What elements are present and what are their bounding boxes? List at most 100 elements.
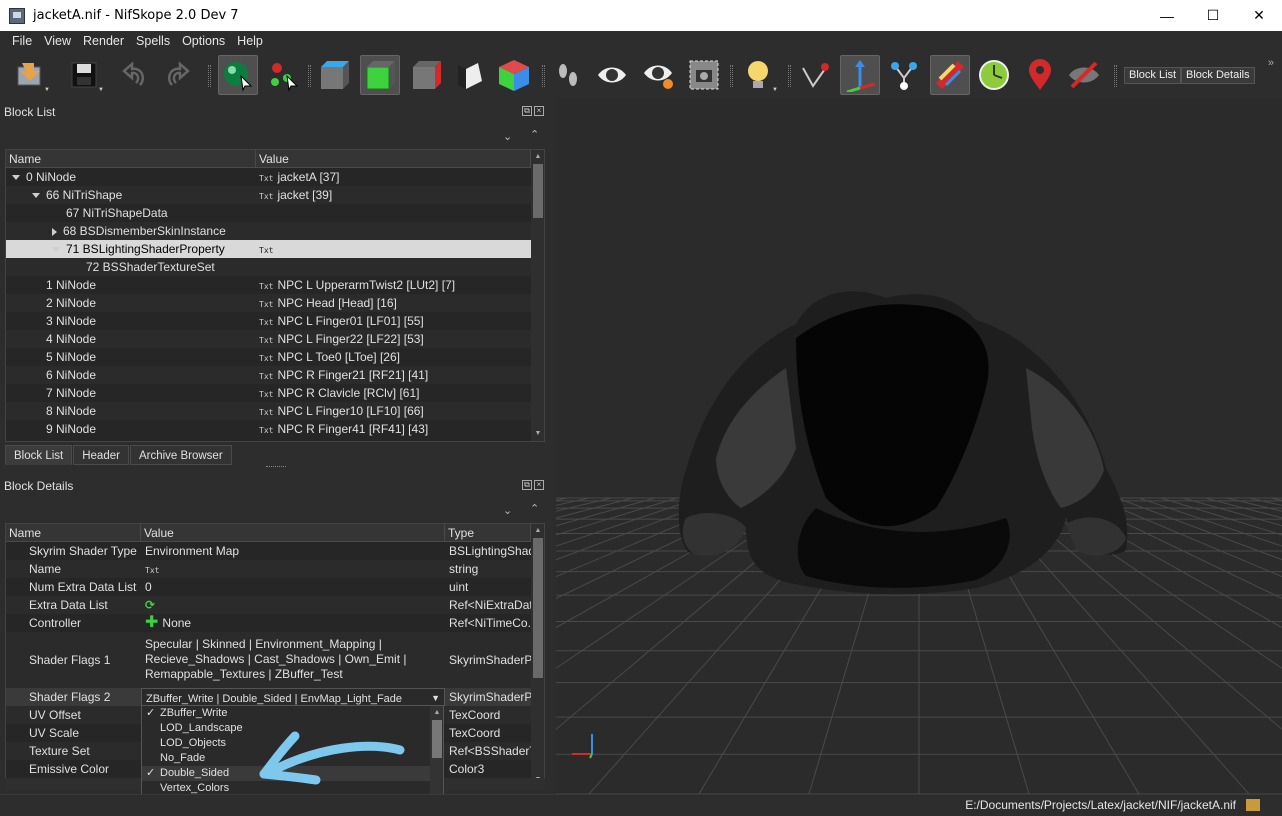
block-details-toggle[interactable]: Block Details [1181,67,1255,84]
lighting-button[interactable]: ▼ [738,55,778,95]
load-button[interactable]: ▼ [10,55,50,95]
block-list-scrollbar[interactable]: ▲ ▼ [531,150,544,441]
screenshot-icon [689,60,719,90]
toolbar-extension-icon[interactable]: » [1268,57,1274,69]
select-mode-button[interactable] [218,55,258,95]
pick-vertex-button[interactable] [264,55,304,95]
block-list-row[interactable]: 2 NiNode Txt NPC Head [Head] [16] [6,294,544,312]
view-top-button[interactable] [360,55,400,95]
block-list-row[interactable]: 72 BSShaderTextureSet [6,258,544,276]
expand-arrow-icon[interactable] [52,227,57,236]
detail-row[interactable]: Extra Data List ⟳ Ref<NiExtraData [6,596,544,614]
minimize-button[interactable]: — [1144,0,1190,31]
collapse-arrow-icon[interactable] [32,193,40,199]
menu-help[interactable]: Help [231,34,269,48]
tab-archive-browser[interactable]: Archive Browser [129,445,232,465]
detail-row[interactable]: Shader Flags 1 Specular | Skinned | Envir… [6,632,544,688]
block-name: 5 NiNode [46,350,97,364]
block-list-row[interactable]: 68 BSDismemberSkinInstance [6,222,544,240]
float-icon[interactable]: ⧉ [522,480,532,490]
screenshot-button[interactable] [684,55,724,95]
tab-block-list[interactable]: Block List [5,445,73,465]
chevron-down-icon[interactable]: ▼ [431,689,440,705]
block-list-row[interactable]: 1 NiNode Txt NPC L UpperarmTwist2 [LUt2] [… [6,276,544,294]
block-name: 1 NiNode [46,278,97,292]
hide-button[interactable] [1064,55,1104,95]
menu-file[interactable]: File [6,34,38,48]
save-button[interactable]: ▼ [64,55,104,95]
block-list-row[interactable]: 4 NiNode Txt NPC L Finger22 [LF22] [53] [6,330,544,348]
plus-icon[interactable]: ✚ [145,614,158,631]
block-details-scrollbar[interactable]: ▲ ▼ [531,524,544,787]
collapse-all-icon[interactable]: ⌄ [503,130,512,143]
detail-row[interactable]: Num Extra Data List 0 uint [6,578,544,596]
field-type: Ref<BSShaderT [449,744,531,758]
splitter-handle[interactable] [266,466,286,467]
maximize-button[interactable]: ☐ [1190,0,1236,31]
close-panel-icon[interactable]: × [534,480,544,490]
flag-label: LOD_Landscape [160,722,243,734]
column-header-value[interactable]: Value [256,150,531,167]
menu-render[interactable]: Render [77,34,130,48]
shader-flags-combo[interactable]: ZBuffer_Write | Double_Sided | EnvMap_Li… [146,693,402,705]
block-name: 72 BSShaderTextureSet [86,260,215,274]
column-header-type[interactable]: Type [445,524,531,541]
axes-button[interactable] [840,55,880,95]
field-type: uint [449,580,469,594]
detail-row[interactable]: Skyrim Shader Type Environment Map BSLight… [6,542,544,560]
detail-row[interactable]: Controller ✚ None Ref<NiTimeCo... [6,614,544,632]
view-front-button[interactable] [314,55,354,95]
field-name: Skyrim Shader Type [29,544,137,558]
block-list-row[interactable]: 0 NiNode Txt jacketA [37] [6,168,544,186]
block-list-tabs: Block List Header Archive Browser [5,445,233,465]
block-list-row[interactable]: 9 NiNode Txt NPC R Finger41 [RF41] [43] [6,420,544,438]
menu-spells[interactable]: Spells [130,34,176,48]
view-user-button[interactable] [494,55,534,95]
show-hidden-button[interactable] [592,55,632,95]
block-list-row[interactable]: 8 NiNode Txt NPC L Finger10 [LF10] [66] [6,402,544,420]
detail-row[interactable]: Shader Flags 2 ZBuffer_Write | Double_Sid… [6,688,544,706]
block-list-toggle[interactable]: Block List [1124,67,1182,84]
block-list-row[interactable]: 7 NiNode Txt NPC R Clavicle [RClv] [61] [6,384,544,402]
footprints-button[interactable] [548,55,588,95]
column-header-name[interactable]: Name [6,524,141,541]
marker-button[interactable] [1020,55,1060,95]
redo-button[interactable] [158,55,198,95]
float-icon[interactable]: ⧉ [522,106,532,116]
scene-canvas[interactable] [556,98,1282,794]
show-nodes-button[interactable] [638,55,678,95]
collapse-all-icon[interactable]: ⌄ [503,504,512,517]
textures-button[interactable] [930,55,970,95]
skeleton-button[interactable] [884,55,924,95]
menu-view[interactable]: View [38,34,77,48]
block-list-row[interactable]: 66 NiTriShape Txt jacket [39] [6,186,544,204]
flag-option[interactable]: ✓ ZBuffer_Write [142,706,443,721]
field-name: Emissive Color [29,762,110,776]
refresh-icon[interactable]: ⟳ [145,598,155,612]
render-viewport[interactable] [556,98,1282,794]
menu-options[interactable]: Options [176,34,231,48]
block-list-row[interactable]: 3 NiNode Txt NPC L Finger01 [LF01] [55] [6,312,544,330]
collapse-arrow-icon[interactable] [12,175,20,181]
detail-row[interactable]: Name Txt string [6,560,544,578]
expand-all-icon[interactable]: ⌃ [530,502,539,515]
block-list-row[interactable]: 71 BSLightingShaderProperty Txt [6,240,544,258]
close-panel-icon[interactable]: × [534,106,544,116]
block-list-row[interactable]: 6 NiNode Txt NPC R Finger21 [RF21] [41] [6,366,544,384]
column-header-name[interactable]: Name [6,150,256,167]
view-side-button[interactable] [406,55,446,95]
undo-button[interactable] [114,55,154,95]
collapse-arrow-icon[interactable] [52,247,60,253]
close-button[interactable]: ✕ [1236,0,1282,31]
block-value: jacket [39] [277,188,333,202]
block-list-row[interactable]: 5 NiNode Txt NPC L Toe0 [LToe] [26] [6,348,544,366]
column-header-value[interactable]: Value [141,524,445,541]
tab-header[interactable]: Header [73,445,129,465]
block-name: 3 NiNode [46,314,97,328]
timer-button[interactable] [974,55,1014,95]
expand-all-icon[interactable]: ⌃ [530,128,539,141]
block-list-tree[interactable]: Name Value 0 NiNode Txt jacketA [37] 66 NiT… [5,149,545,442]
block-list-row[interactable]: 67 NiTriShapeData [6,204,544,222]
normals-button[interactable] [796,55,836,95]
view-walk-button[interactable] [450,55,490,95]
